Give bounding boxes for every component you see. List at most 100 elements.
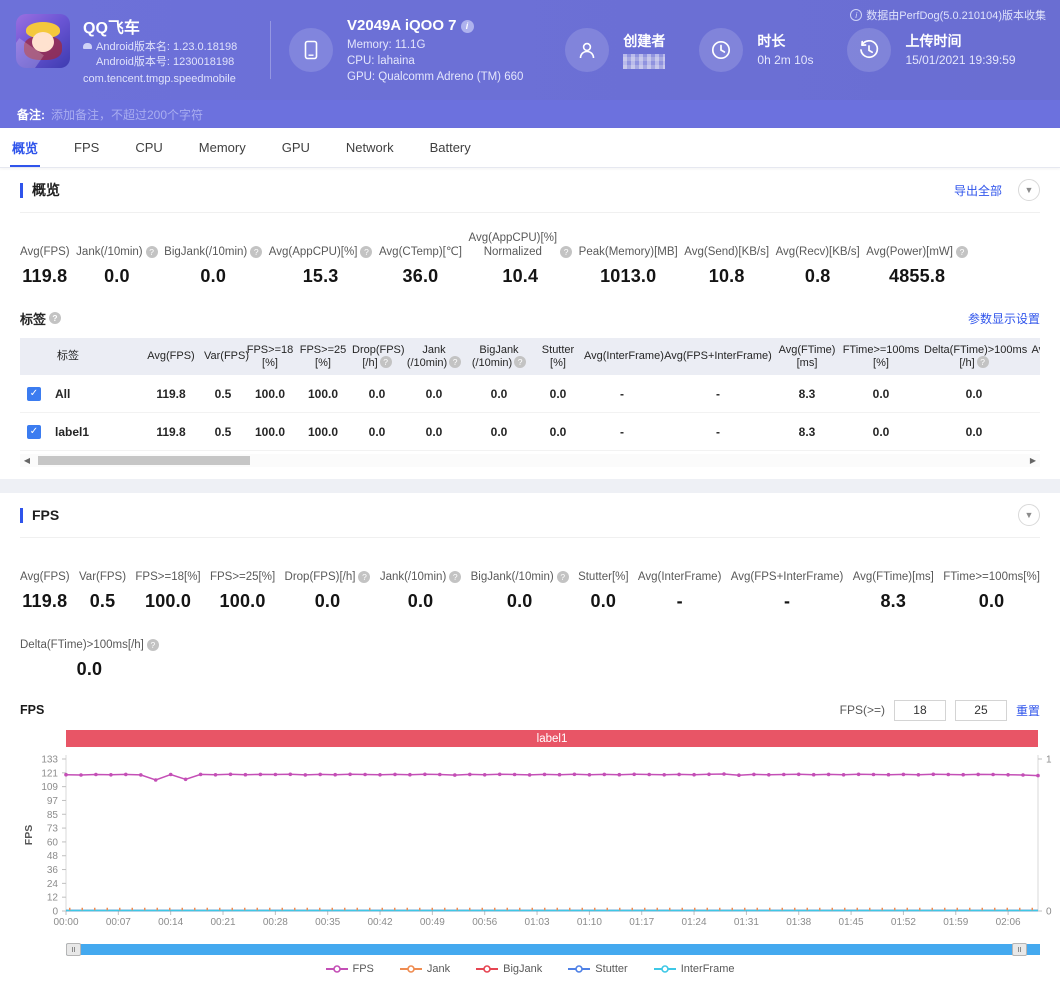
scroll-thumb[interactable] [38,456,250,465]
tab-Battery[interactable]: Battery [428,128,473,167]
legend-item-fps[interactable]: FPS [326,963,374,975]
help-icon[interactable]: ? [560,246,572,258]
row-checkbox[interactable]: ✓ [27,387,41,401]
app-block: QQ飞车 Android版本名: 1.23.0.18198 Android版本号… [16,14,268,87]
overview-metric-value: 10.8 [684,266,769,287]
tab-概览[interactable]: 概览 [10,128,40,167]
table-header-row: 标签Avg(FPS)Var(FPS)FPS>=18 [%]FPS>=25 [%]… [20,338,1040,375]
table-cell: 100.0 [296,425,350,439]
fps-metric-value: 0.5 [79,591,126,612]
fps-threshold-input-2[interactable] [955,700,1007,721]
help-icon[interactable]: ? [250,246,262,258]
range-fill[interactable] [66,944,1040,955]
fps-metric-value: - [731,591,844,612]
fps-collapse-button[interactable]: ▼ [1018,504,1040,526]
fps-metric-label: FPS>=18[%] [135,554,200,584]
row-checkbox[interactable]: ✓ [27,425,41,439]
tab-CPU[interactable]: CPU [133,128,164,167]
upload-time-label: 上传时间 [905,31,1015,51]
help-icon[interactable]: ? [956,246,968,258]
upload-block: 上传时间 15/01/2021 19:39:59 [847,28,1015,72]
overview-metric-value: 0.0 [164,266,262,287]
overview-metric-label: Avg(FPS) [20,229,70,259]
fps-chart-canvas[interactable]: 0122436486073859710912113301FPSJank00:00… [20,749,1060,941]
overview-collapse-button[interactable]: ▼ [1018,179,1040,201]
creator-block: 创建者 [565,28,665,72]
label-table: 标签Avg(FPS)Var(FPS)FPS>=18 [%]FPS>=25 [%]… [20,338,1040,451]
help-icon[interactable]: ? [358,571,370,583]
overview-metrics: Avg(FPS)119.8Jank(/10min)?0.0BigJank(/10… [20,213,1040,291]
tab-GPU[interactable]: GPU [280,128,312,167]
help-icon[interactable]: ? [49,312,61,324]
help-icon[interactable]: ? [380,356,392,368]
overview-metric-value: 0.0 [76,266,157,287]
help-icon[interactable]: ? [977,356,989,368]
device-info-icon[interactable]: i [461,20,474,33]
scroll-left-arrow[interactable]: ◀ [20,456,34,465]
scroll-right-arrow[interactable]: ▶ [1026,456,1040,465]
legend-item-jank[interactable]: Jank [400,963,450,975]
legend-item-stutter[interactable]: Stutter [568,963,627,975]
fps-metric: Jank(/10min)?0.0 [380,554,461,612]
svg-text:109: 109 [41,782,58,793]
overview-metric-label: Avg(Send)[KB/s] [684,229,769,259]
range-handle-right[interactable] [1012,943,1027,956]
app-icon [16,14,70,68]
overview-metric: Avg(FPS) 119.8 [20,229,70,287]
report-header: QQ飞车 Android版本名: 1.23.0.18198 Android版本号… [0,0,1060,100]
overview-metric-value: 10.4 [469,266,573,287]
overview-metric-value: 119.8 [20,266,70,287]
fps-section: FPS ▼ Avg(FPS)119.8Var(FPS)0.5FPS>=18[%]… [0,493,1060,982]
chart-range-scrollbar[interactable] [66,943,1040,956]
table-hscrollbar[interactable]: ◀ ▶ [20,454,1040,467]
help-icon[interactable]: ? [146,246,158,258]
notes-bar[interactable]: 备注: 添加备注，不超过200个字符 [0,100,1060,128]
table-cell: - [582,425,662,439]
device-block: V2049A iQOO 7i Memory: 11.1G CPU: lahain… [289,16,523,85]
overview-metric: Jank(/10min)?0.0 [76,229,157,287]
svg-text:73: 73 [47,824,59,835]
fps-metric-value: 8.3 [853,591,934,612]
scroll-track[interactable] [34,455,1026,466]
svg-text:01:17: 01:17 [629,917,654,928]
svg-text:60: 60 [47,837,59,848]
help-icon[interactable]: ? [514,356,526,368]
help-icon[interactable]: ? [557,571,569,583]
table-row: ✓All119.80.5100.0100.00.00.00.00.0--8.30… [20,375,1040,413]
tab-FPS[interactable]: FPS [72,128,101,167]
fps-metric-value: 100.0 [210,591,275,612]
help-icon[interactable]: ? [449,356,461,368]
legend-item-interframe[interactable]: InterFrame [654,963,735,975]
column-header: Avg(AppCPU) [%] [1026,340,1040,374]
range-handle-left[interactable] [66,943,81,956]
svg-text:01:52: 01:52 [891,917,916,928]
column-header: Avg(FPS) [140,346,202,367]
column-header: FPS>=25 [%] [296,340,350,374]
help-icon[interactable]: ? [449,571,461,583]
table-cell: 0.0 [464,425,534,439]
help-icon[interactable]: ? [360,246,372,258]
fps-threshold-label: FPS(>=) [840,703,885,717]
reset-link[interactable]: 重置 [1016,702,1040,719]
tab-Memory[interactable]: Memory [197,128,248,167]
legend-item-bigjank[interactable]: BigJank [476,963,542,975]
overview-metric-value: 4855.8 [866,266,968,287]
export-all-link[interactable]: 导出全部 [954,182,1002,199]
table-cell: 100.0 [296,387,350,401]
overview-metric-label: Avg(CTemp)[℃] [379,229,462,259]
param-display-settings-link[interactable]: 参数显示设置 [968,310,1040,327]
fps-metric-label: FPS>=25[%] [210,554,275,584]
duration-block: 时长 0h 2m 10s [699,28,813,72]
tab-Network[interactable]: Network [344,128,396,167]
fps-metric: FPS>=18[%]100.0 [135,554,200,612]
fps-metric-label: Avg(InterFrame) [638,554,722,584]
table-cell: 15.3 [1026,425,1040,439]
help-icon[interactable]: ? [147,639,159,651]
overview-metric-label: Peak(Memory)[MB] [579,229,678,259]
notes-placeholder: 添加备注，不超过200个字符 [51,106,203,123]
column-header: Avg(FPS+InterFrame) [662,346,774,367]
column-header: Stutter [%] [534,340,582,374]
fps-threshold-input-1[interactable] [894,700,946,721]
fps-metric-label: Var(FPS) [79,554,126,584]
overview-title: 概览 [20,183,60,198]
